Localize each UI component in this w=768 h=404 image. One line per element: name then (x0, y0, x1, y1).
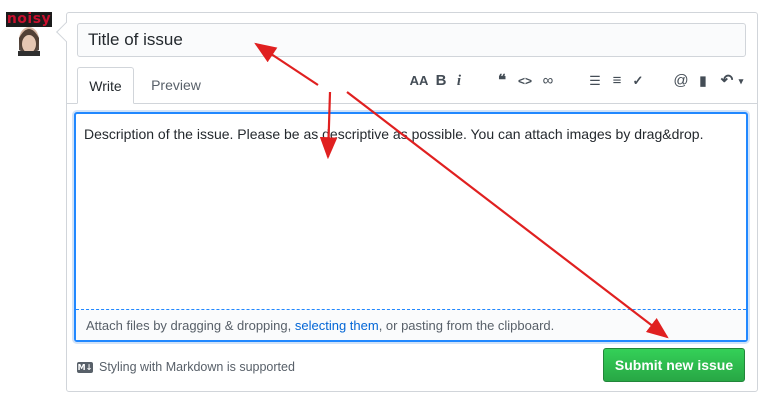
submit-issue-button[interactable]: Submit new issue (603, 348, 745, 382)
attach-prefix: Attach files by dragging & dropping, (86, 318, 295, 333)
unordered-list-icon[interactable]: ☰ (584, 70, 606, 92)
code-icon[interactable]: <> (514, 70, 536, 92)
select-files-link[interactable]: selecting them (295, 318, 379, 333)
quote-icon[interactable]: ❝ (491, 70, 513, 92)
tab-preview[interactable]: Preview (140, 67, 212, 104)
italic-icon[interactable]: i (448, 70, 470, 92)
chevron-down-icon[interactable]: ▾ (730, 70, 752, 92)
tab-write[interactable]: Write (77, 67, 134, 104)
markdown-note: M↓ Styling with Markdown is supported (77, 358, 295, 376)
bookmark-icon[interactable]: ▮ (692, 70, 714, 92)
avatar-image (18, 27, 40, 56)
description-editor: Attach files by dragging & dropping, sel… (74, 112, 748, 342)
link-icon[interactable]: ∞ (537, 70, 559, 92)
mention-icon[interactable]: @ (670, 70, 692, 92)
header-icon[interactable]: AA (408, 70, 430, 92)
ordered-list-icon[interactable]: ≡ (606, 70, 628, 92)
attach-suffix: , or pasting from the clipboard. (378, 318, 555, 333)
issue-title-input[interactable] (77, 23, 746, 57)
attach-files-zone[interactable]: Attach files by dragging & dropping, sel… (76, 309, 746, 340)
markdown-note-text[interactable]: Styling with Markdown is supported (99, 358, 295, 376)
description-textarea[interactable] (76, 114, 746, 309)
task-list-icon[interactable]: ✓ (627, 70, 649, 92)
avatar[interactable]: noisy (6, 12, 52, 56)
markdown-icon: M↓ (77, 361, 93, 373)
